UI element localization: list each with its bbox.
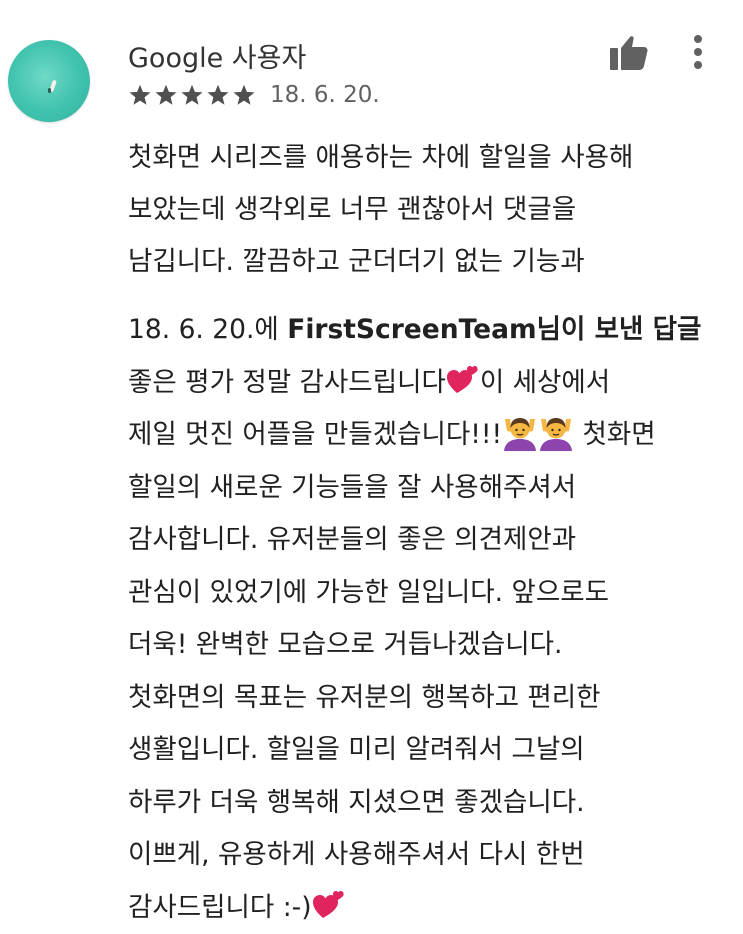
reply-line: 감사드립니다 :-)	[128, 882, 728, 934]
avatar-speck-shadow	[48, 88, 51, 93]
avatar	[8, 40, 90, 122]
reply-line: 관심이 있었기에 가능한 일입니다. 앞으로도	[128, 567, 728, 620]
review-text-line: 첫화면 시리즈를 애용하는 차에 할일을 사용해	[128, 132, 718, 184]
two-hearts-emoji	[446, 363, 480, 397]
reply-line: 제일 멋진 어플을 만들겠습니다!!! 첫화면	[128, 409, 728, 462]
rating-row: 18. 6. 20.	[128, 80, 380, 110]
review-text-line-truncated: 남깁니다. 깔끔하고 군더더기 없는 기능과	[128, 236, 718, 288]
reply-line: 더욱! 완벽한 모습으로 거듭나겠습니다.	[128, 619, 728, 672]
reply-header: 18. 6. 20.에 FirstScreenTeam님이 보낸 답글	[128, 304, 728, 357]
more-vert-icon	[693, 34, 703, 70]
reply-line: 감사합니다. 유저분들의 좋은 의견제안과	[128, 514, 728, 567]
star-icon	[154, 83, 178, 107]
reply-line: 좋은 평가 정말 감사드립니다 이 세상에서	[128, 357, 728, 410]
reply-line: 할일의 새로운 기능들을 잘 사용해주셔서	[128, 462, 728, 515]
reply-text: 좋은 평가 정말 감사드립니다	[128, 367, 446, 398]
star-rating	[128, 83, 256, 107]
reply-text: 제일 멋진 어플을 만들겠습니다!!!	[128, 419, 502, 450]
reply-text: 감사드립니다 :-)	[128, 892, 312, 923]
developer-name: FirstScreenTeam	[287, 314, 536, 345]
reply-line: 생활입니다. 할일을 미리 알려줘서 그날의	[128, 724, 728, 777]
reply-line: 하루가 더욱 행복해 지셨으면 좋겠습니다.	[128, 777, 728, 830]
star-icon	[206, 83, 230, 107]
developer-reply: 18. 6. 20.에 FirstScreenTeam님이 보낸 답글 좋은 평…	[128, 304, 728, 934]
helpful-button[interactable]	[605, 30, 653, 76]
person-gesturing-ok-emoji	[502, 415, 538, 451]
reply-line: 첫화면의 목표는 유저분의 행복하고 편리한	[128, 672, 728, 725]
more-options-button[interactable]	[682, 28, 714, 76]
reply-text: 첫화면	[574, 419, 656, 450]
review-text[interactable]: 첫화면 시리즈를 애용하는 차에 할일을 사용해 보았는데 생각외로 너무 괜찮…	[128, 132, 718, 288]
two-hearts-emoji	[312, 888, 346, 922]
star-icon	[180, 83, 204, 107]
review-text-line: 보았는데 생각외로 너무 괜찮아서 댓글을	[128, 184, 718, 236]
thumbs-up-icon	[609, 34, 649, 72]
star-icon	[128, 83, 152, 107]
person-gesturing-ok-emoji	[538, 415, 574, 451]
star-icon	[232, 83, 256, 107]
reply-line: 이쁘게, 유용하게 사용해주셔서 다시 한번	[128, 829, 728, 882]
review-author: Google 사용자	[128, 36, 306, 75]
reply-date: 18. 6. 20.에	[128, 314, 287, 345]
review-card: Google 사용자 18. 6. 20. 첫화면 시리즈를 애용하는 차에 할…	[0, 0, 743, 927]
reply-header-suffix: 님이 보낸 답글	[537, 314, 702, 345]
review-date: 18. 6. 20.	[270, 82, 380, 108]
reply-text: 이 세상에서	[480, 367, 610, 398]
